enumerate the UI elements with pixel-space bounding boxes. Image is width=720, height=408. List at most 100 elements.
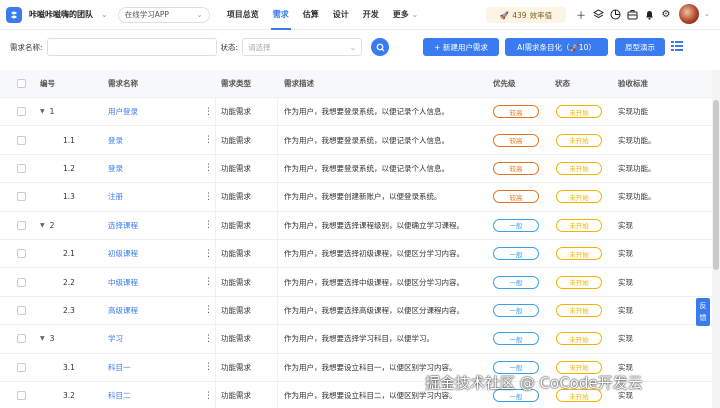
status-tag[interactable]: 未开始	[556, 247, 602, 261]
ai-itemize-button[interactable]: AI需求条目化（🚀10）	[505, 38, 608, 56]
plus-icon[interactable]: ＋	[574, 7, 588, 22]
status-cell[interactable]: 未开始	[556, 212, 602, 239]
efficiency-badge[interactable]: 🚀 439 效率值	[486, 7, 566, 23]
column-settings-icon[interactable]	[671, 40, 683, 52]
priority-tag[interactable]: 较高	[493, 161, 539, 175]
status-tag[interactable]: 未开始	[556, 190, 602, 204]
priority-cell[interactable]: 一般	[493, 268, 539, 295]
more-actions-icon[interactable]: ⋮	[204, 98, 213, 125]
row-checkbox[interactable]	[17, 98, 26, 125]
nav-overview[interactable]: 项目总览	[220, 0, 266, 30]
row-checkbox[interactable]	[17, 297, 26, 324]
status-cell[interactable]: 未开始	[556, 98, 602, 125]
table-row[interactable]: 1.2 登录 ⋮ 功能需求 作为用户，我想要登录系统，以便记录个人信息。 较高 …	[0, 154, 712, 184]
table-row[interactable]: 1.1 登录 ⋮ 功能需求 作为用户，我想要登录系统，以便记录个人信息。 较高 …	[0, 126, 712, 155]
status-cell[interactable]: 未开始	[556, 325, 602, 352]
priority-tag[interactable]: 一般	[493, 275, 539, 289]
row-checkbox[interactable]	[17, 382, 26, 408]
app-logo-icon[interactable]	[6, 6, 22, 23]
status-cell[interactable]: 未开始	[556, 268, 602, 295]
nav-design[interactable]: 设计	[326, 0, 356, 30]
table-row[interactable]: 2.2 中级课程 ⋮ 功能需求 作为用户，我想要选择中级课程，以便区分学习内容。…	[0, 268, 712, 297]
status-tag[interactable]: 未开始	[556, 275, 602, 289]
expand-caret-icon[interactable]: ▼	[40, 335, 45, 342]
priority-tag[interactable]: 一般	[493, 303, 539, 317]
more-actions-icon[interactable]: ⋮	[204, 212, 213, 239]
status-tag[interactable]: 未开始	[556, 105, 602, 119]
more-actions-icon[interactable]: ⋮	[204, 155, 213, 182]
priority-tag[interactable]: 较高	[493, 105, 539, 119]
status-tag[interactable]: 未开始	[556, 303, 602, 317]
more-actions-icon[interactable]: ⋮	[204, 240, 213, 267]
row-checkbox[interactable]	[17, 212, 26, 239]
status-cell[interactable]: 未开始	[556, 155, 602, 182]
project-selector[interactable]: 在线学习APP ⌄	[117, 6, 210, 23]
expand-caret-icon[interactable]: ▼	[40, 108, 45, 115]
row-checkbox[interactable]	[17, 155, 26, 182]
bell-icon[interactable]	[642, 7, 656, 21]
table-row[interactable]: 2.3 高级课程 ⋮ 功能需求 作为用户，我想要选择高级课程，以便区分课程内容。…	[0, 296, 712, 326]
row-checkbox[interactable]	[17, 268, 26, 295]
row-checkbox[interactable]	[17, 354, 26, 381]
table-row[interactable]: ▼ 3 学习 ⋮ 功能需求 作为用户，我想要选择学习科目，以便学习。 一般 未开…	[0, 325, 712, 354]
priority-cell[interactable]: 一般	[493, 297, 539, 324]
row-checkbox[interactable]	[17, 240, 26, 267]
prototype-demo-button[interactable]: 原型演示	[615, 38, 665, 56]
priority-cell[interactable]: 较高	[493, 98, 539, 125]
settings-icon[interactable]: ⚙	[659, 7, 673, 21]
row-name[interactable]: 用户登录	[108, 98, 138, 125]
row-name[interactable]: 高级课程	[108, 297, 138, 324]
more-actions-icon[interactable]: ⋮	[204, 268, 213, 295]
row-name[interactable]: 科目二	[108, 382, 131, 408]
pie-chart-icon[interactable]	[608, 7, 622, 21]
table-row[interactable]: 2.1 初级课程 ⋮ 功能需求 作为用户，我想要选择初级课程，以便区分学习内容。…	[0, 239, 712, 269]
status-tag[interactable]: 未开始	[556, 161, 602, 175]
new-requirement-button[interactable]: + 新建用户需求	[423, 38, 499, 56]
status-tag[interactable]: 未开始	[556, 133, 602, 147]
more-actions-icon[interactable]: ⋮	[204, 126, 213, 153]
row-name[interactable]: 初级课程	[108, 240, 138, 267]
briefcase-icon[interactable]	[625, 7, 639, 21]
more-actions-icon[interactable]: ⋮	[204, 325, 213, 352]
search-button[interactable]	[371, 38, 390, 56]
expand-caret-icon[interactable]: ▼	[40, 222, 45, 229]
priority-tag[interactable]: 较高	[493, 133, 539, 147]
nav-develop[interactable]: 开发	[356, 0, 386, 30]
chevron-down-icon[interactable]: ⌄	[704, 10, 710, 18]
status-tag[interactable]: 未开始	[556, 332, 602, 346]
table-row[interactable]: ▼ 2 选择课程 ⋮ 功能需求 作为用户，我想要选择课程级别，以便确立学习课程。…	[0, 211, 712, 240]
priority-tag[interactable]: 较高	[493, 190, 539, 204]
priority-cell[interactable]: 较高	[493, 126, 539, 153]
priority-tag[interactable]: 一般	[493, 247, 539, 261]
nav-estimate[interactable]: 估算	[296, 0, 326, 30]
more-actions-icon[interactable]: ⋮	[204, 382, 213, 408]
team-name[interactable]: 咔嗞咔嗞嗨的团队	[29, 9, 93, 20]
priority-cell[interactable]: 一般	[493, 240, 539, 267]
priority-tag[interactable]: 一般	[493, 218, 539, 232]
table-row[interactable]: ▼ 1 用户登录 ⋮ 功能需求 作为用户，我想要登录系统，以便记录个人信息。 较…	[0, 98, 712, 127]
status-filter-select[interactable]: 请选择 ⌄	[242, 38, 363, 56]
status-cell[interactable]: 未开始	[556, 126, 602, 153]
row-checkbox[interactable]	[17, 126, 26, 153]
avatar[interactable]	[679, 4, 699, 24]
priority-cell[interactable]: 一般	[493, 325, 539, 352]
priority-cell[interactable]: 较高	[493, 155, 539, 182]
nav-more[interactable]: 更多 ⌄	[386, 0, 426, 30]
name-filter-input[interactable]	[46, 38, 217, 56]
layers-icon[interactable]	[591, 7, 605, 21]
feedback-button[interactable]: 反馈	[696, 298, 710, 326]
chevron-down-icon[interactable]: ⌄	[101, 10, 108, 19]
row-name[interactable]: 选择课程	[108, 212, 138, 239]
row-name[interactable]: 登录	[108, 126, 123, 153]
priority-tag[interactable]: 一般	[493, 332, 539, 346]
status-tag[interactable]: 未开始	[556, 218, 602, 232]
row-name[interactable]: 登录	[108, 155, 123, 182]
status-cell[interactable]: 未开始	[556, 183, 602, 210]
table-row[interactable]: 1.3 注册 ⋮ 功能需求 作为用户，我想要创建新账户，以便登录系统。 较高 未…	[0, 183, 712, 212]
status-cell[interactable]: 未开始	[556, 297, 602, 324]
priority-cell[interactable]: 较高	[493, 183, 539, 210]
select-all-checkbox[interactable]	[17, 70, 26, 97]
scrollbar-thumb[interactable]	[713, 100, 719, 270]
row-name[interactable]: 科目一	[108, 354, 131, 381]
more-actions-icon[interactable]: ⋮	[204, 354, 213, 381]
